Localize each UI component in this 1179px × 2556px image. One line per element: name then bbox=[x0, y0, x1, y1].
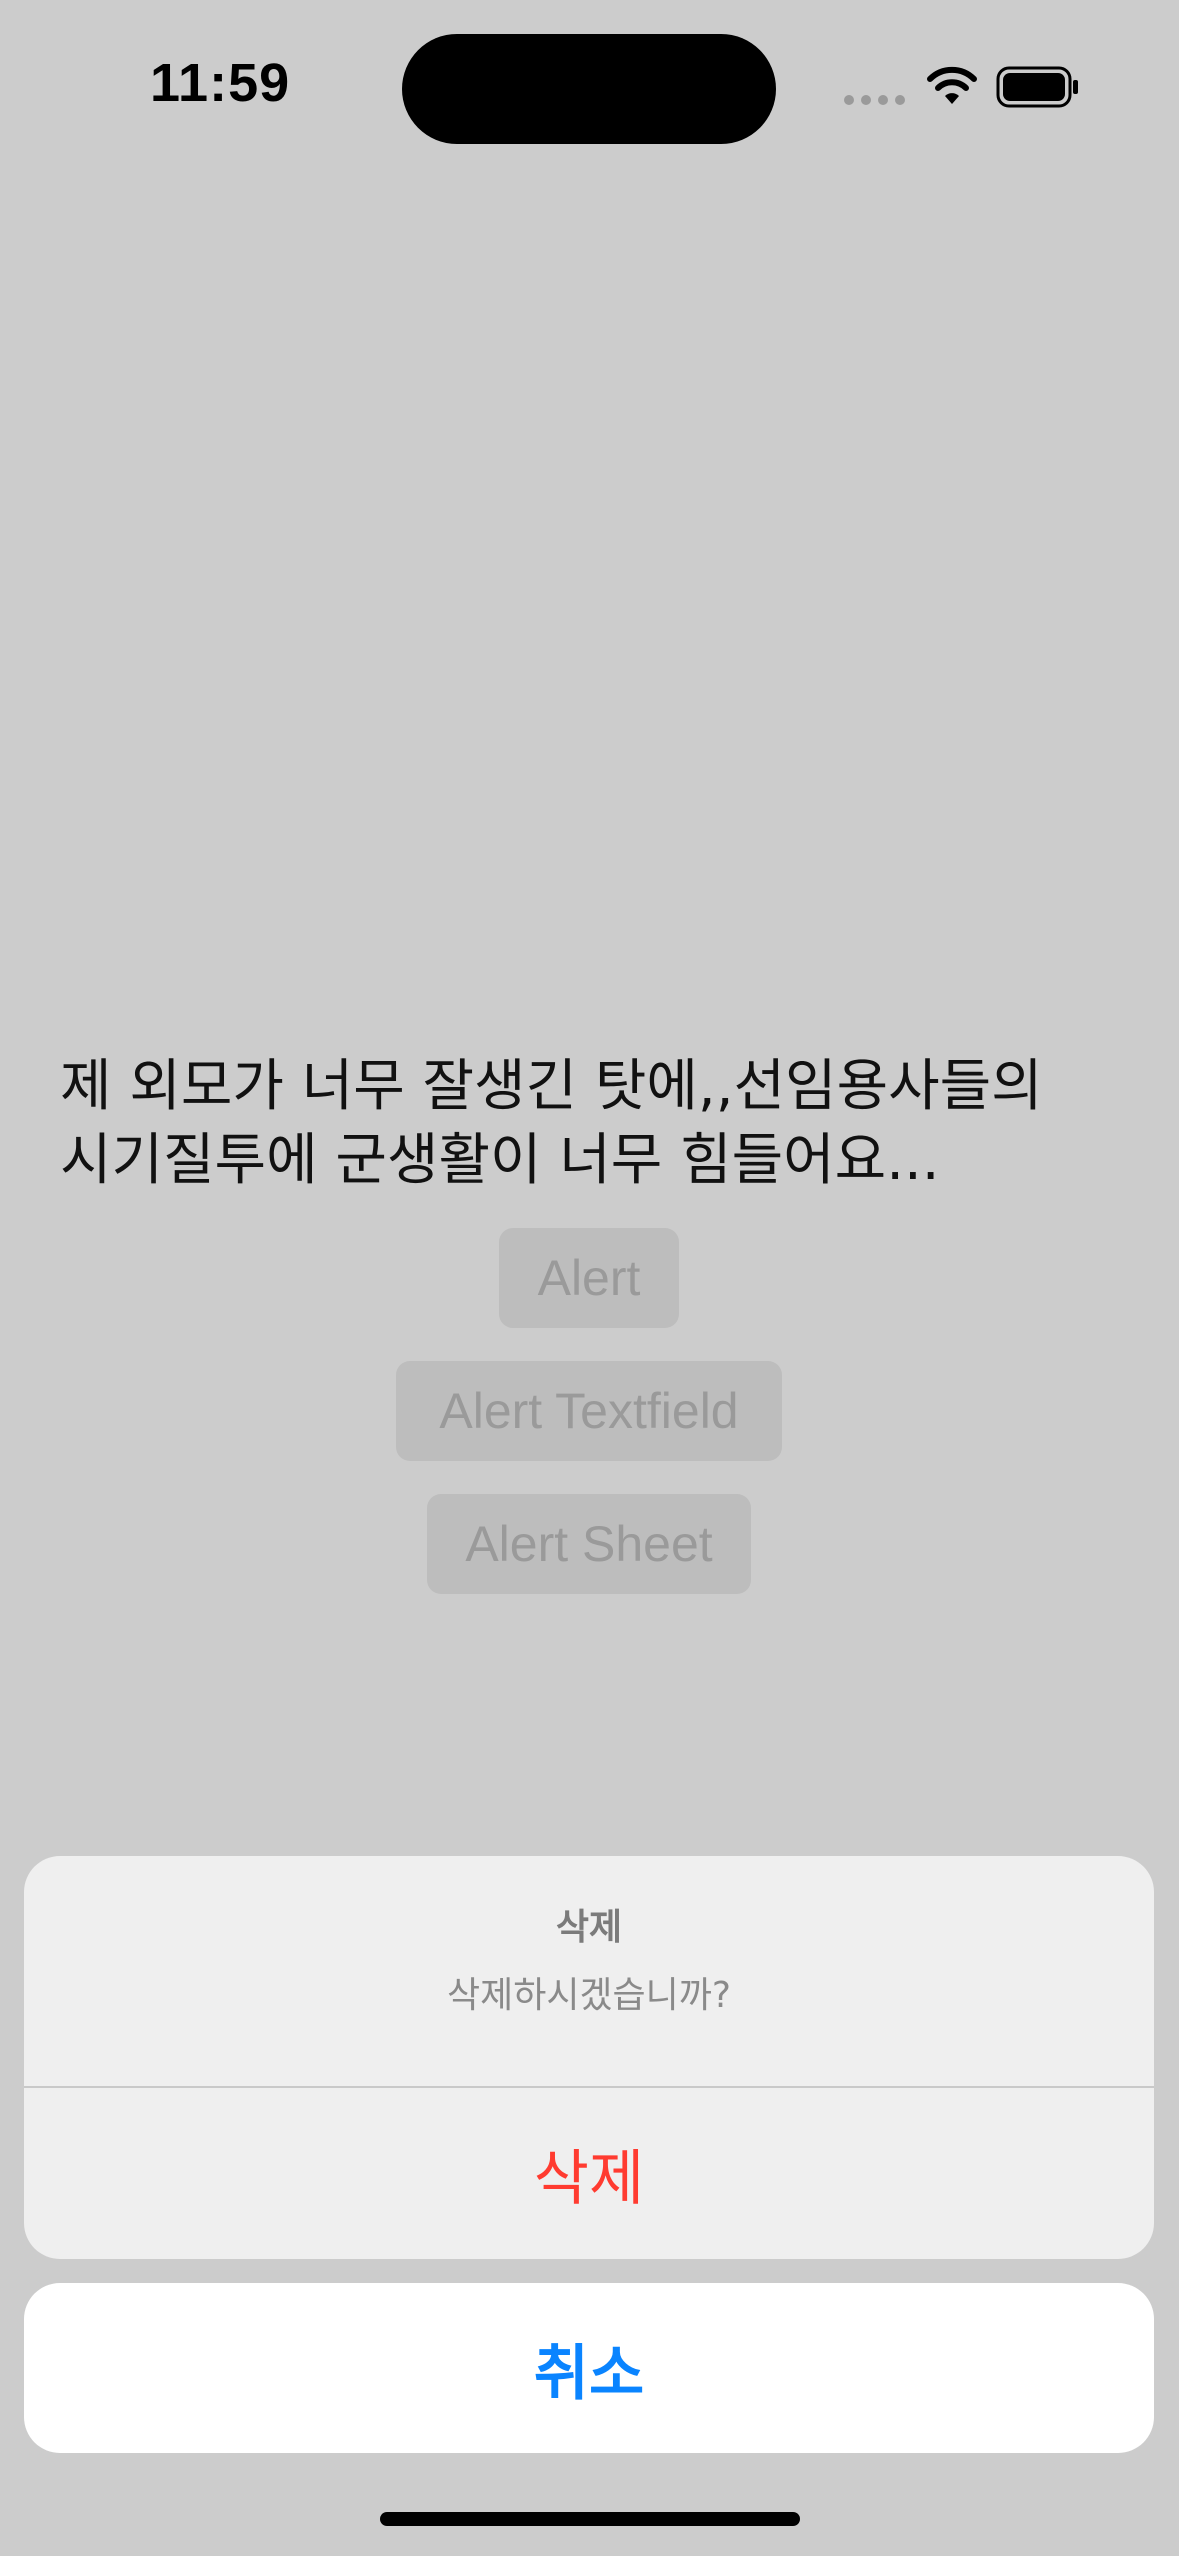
status-bar-time: 11:59 bbox=[150, 53, 291, 113]
delete-button[interactable]: 삭제 bbox=[24, 2088, 1154, 2259]
cancel-button[interactable]: 취소 bbox=[24, 2283, 1154, 2453]
wifi-icon bbox=[927, 66, 977, 104]
cellular-signal-icon bbox=[844, 95, 905, 105]
main-text-line-2: 시기질투에 군생활이 너무 힘들어요... bbox=[60, 1128, 940, 1193]
action-sheet: 삭제 삭제하시겠습니까? 삭제 bbox=[24, 1856, 1154, 2259]
action-sheet-message: 삭제하시겠습니까? bbox=[446, 1975, 732, 2016]
dynamic-island bbox=[402, 34, 776, 144]
home-indicator[interactable] bbox=[380, 2512, 800, 2526]
main-text-line-1: 제 외모가 너무 잘생긴 탓에,,선임용사들의 bbox=[60, 1054, 1043, 1119]
alert-button[interactable]: Alert bbox=[499, 1228, 679, 1328]
alert-sheet-button[interactable]: Alert Sheet bbox=[427, 1494, 751, 1594]
alert-textfield-button[interactable]: Alert Textfield bbox=[396, 1361, 782, 1461]
action-sheet-title: 삭제 bbox=[555, 1907, 623, 1948]
battery-icon bbox=[996, 66, 1078, 108]
main-message-text: 제 외모가 너무 잘생긴 탓에,,선임용사들의 시기질투에 군생활이 너무 힘들… bbox=[60, 1050, 1120, 1198]
